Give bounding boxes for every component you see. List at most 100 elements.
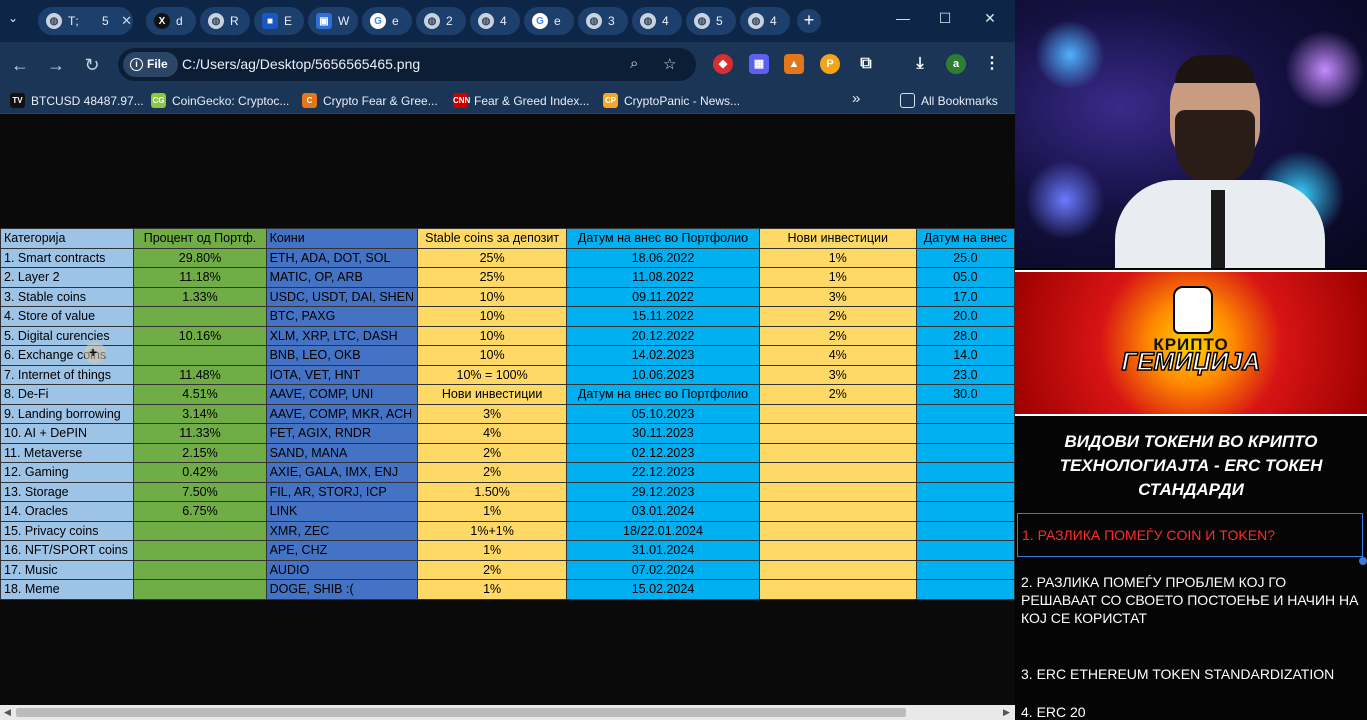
forward-button[interactable]: → [44, 53, 68, 77]
bookmark-item[interactable]: CP CryptoPanic - News... [603, 93, 740, 108]
sheet-cell: ETH, ADA, DOT, SOL [265, 247, 419, 268]
browser-tab[interactable]: ◍ 2 [416, 7, 466, 35]
browser-tab[interactable]: ◍ R [200, 7, 250, 35]
metamask-fox-icon[interactable]: ▲ [784, 54, 804, 74]
sheet-cell: 3% [417, 403, 568, 424]
all-bookmarks-button[interactable]: All Bookmarks [900, 93, 998, 108]
sheet-row: 1. Smart contracts 29.80% ETH, ADA, DOT, S… [0, 247, 1015, 268]
bookmark-item[interactable]: CG CoinGecko: Cryptoc... [151, 93, 289, 108]
maximize-button[interactable]: ☐ [935, 10, 955, 27]
extension-coin-icon[interactable]: P [820, 54, 840, 74]
tab-title: R [230, 14, 239, 28]
presenter-webcam [1015, 0, 1367, 268]
tab-title: W [338, 14, 350, 28]
sheet-cell [915, 442, 1015, 463]
back-button[interactable]: ← [8, 53, 32, 77]
sheet-cell: 1%+1% [417, 520, 568, 541]
sheet-cell [915, 403, 1015, 424]
extensions-puzzle-icon[interactable]: ⧉ [856, 54, 876, 74]
zoom-icon[interactable]: ⌕ [630, 55, 638, 72]
close-tab-icon[interactable]: ✕ [121, 13, 132, 29]
scroll-left-arrow-icon[interactable]: ◀ [4, 707, 11, 718]
browser-window: ⌄ ◍ Т; 5 ✕ Xd ◍ R ■ E ▣ W Ge ◍ 2 ◍ 4 Ge ◍ 3 ◍ 4 ◍ 5 ◍ 4 + — ☐ ✕ … [0, 0, 1015, 720]
sheet-header-cell: Процент од Портф. [133, 228, 267, 249]
browser-tab[interactable]: ◍ 4 [470, 7, 520, 35]
browser-tab[interactable]: ◍ 4 [632, 7, 682, 35]
browser-tab[interactable]: Xd [146, 7, 196, 35]
profile-avatar[interactable]: a [946, 54, 966, 74]
minimize-button[interactable]: — [893, 10, 913, 26]
tab-search-chevron-icon[interactable]: ⌄ [8, 11, 28, 31]
sheet-header-cell: Stable coins за депозит [417, 228, 568, 249]
topic-item: 2. РАЗЛИКА ПОМЕЃУ ПРОБЛЕМ КОЈ ГО РЕШАВАА… [1021, 574, 1359, 626]
sheet-cell: 05.0 [915, 267, 1015, 288]
sheet-row: 10. AI + DePIN 11.33% FET, AGIX, RNDR 4% 30.… [0, 423, 1015, 444]
browser-tab[interactable]: 5 ✕ [40, 7, 140, 35]
sheet-cell: 03.01.2024 [566, 501, 760, 522]
globe-favicon-icon: ◍ [640, 13, 656, 29]
sheet-cell [915, 423, 1015, 444]
url-text[interactable]: C:/Users/ag/Desktop/5656565465.png [182, 56, 420, 72]
reload-button[interactable]: ↻ [80, 53, 104, 77]
scrollbar-thumb[interactable] [16, 708, 906, 717]
browser-tab[interactable]: ◍ 4 [740, 7, 790, 35]
topic-item: 4. ERC 20 [1021, 704, 1086, 720]
sheet-cell: 10.16% [133, 325, 267, 346]
sheet-row: 3. Stable coins 1.33% USDC, USDT, DAI, SHE… [0, 286, 1015, 307]
sheet-cell: 1.50% [417, 481, 568, 502]
sheet-cell: 1% [758, 247, 917, 268]
sheet-row: 2. Layer 2 11.18% MATIC, OP, ARB 25% 11.08.2… [0, 267, 1015, 288]
bookmark-favicon-icon: CP [603, 93, 618, 108]
sheet-cell: 3% [758, 364, 917, 385]
extension-grid-icon[interactable]: ▦ [749, 54, 769, 74]
horizontal-scrollbar[interactable]: ◀ ▶ [0, 705, 1015, 720]
browser-tab[interactable]: Ge [524, 7, 574, 35]
sheet-cell: 0.42% [133, 462, 267, 483]
bookmark-item[interactable]: C Crypto Fear & Gree... [302, 93, 438, 108]
sheet-cell: 6. Exchange coins [0, 345, 135, 366]
browser-tab[interactable]: ■ E [254, 7, 304, 35]
site-info-chip[interactable]: i File [123, 52, 178, 77]
scroll-right-arrow-icon[interactable]: ▶ [1003, 707, 1010, 718]
sheet-cell: 07.02.2024 [566, 559, 760, 580]
sheet-cell: 2% [417, 462, 568, 483]
sheet-cell [133, 345, 267, 366]
browser-tab[interactable]: ◍ 5 [686, 7, 736, 35]
browser-tab[interactable]: ▣ W [308, 7, 358, 35]
sheet-cell: 2% [758, 384, 917, 405]
sheet-cell: 4. Store of value [0, 306, 135, 327]
sheet-cell: FET, AGIX, RNDR [265, 423, 419, 444]
sheet-cell: 31.01.2024 [566, 540, 760, 561]
tab-title: e [554, 14, 561, 28]
sheet-cell: 10. AI + DePIN [0, 423, 135, 444]
sheet-cell: 25.0 [915, 247, 1015, 268]
sheet-cell: AUDIO [265, 559, 419, 580]
sheet-cell [758, 462, 917, 483]
google-favicon-icon: G [370, 13, 386, 29]
sheet-cell: 1. Smart contracts [0, 247, 135, 268]
sheet-cell: 4% [417, 423, 568, 444]
sheet-cell: 1.33% [133, 286, 267, 307]
bookmark-item[interactable]: CNN Fear & Greed Index... [453, 93, 589, 108]
sheet-cell: 11.08.2022 [566, 267, 760, 288]
sheet-cell: 11.33% [133, 423, 267, 444]
sheet-cell: 2. Layer 2 [0, 267, 135, 288]
browser-tab[interactable]: Ge [362, 7, 412, 35]
browser-tab[interactable]: ◍ 3 [578, 7, 628, 35]
sheet-row: 18. Meme DOGE, SHIB :(1% 15.02.2024 [0, 579, 1015, 600]
bookmarks-overflow-button[interactable]: » [852, 90, 860, 107]
sheet-cell [133, 306, 267, 327]
close-window-button[interactable]: ✕ [980, 10, 1000, 27]
sheet-cell: 11.48% [133, 364, 267, 385]
sheet-cell: XLM, XRP, LTC, DASH [265, 325, 419, 346]
sheet-cell: 05.10.2023 [566, 403, 760, 424]
bookmark-item[interactable]: TV BTCUSD 48487.97... [10, 93, 144, 108]
menu-dots-icon[interactable]: ⋮ [982, 54, 1002, 74]
extension-shield-icon[interactable]: ◆ [713, 54, 733, 74]
address-bar[interactable]: i File C:/Users/ag/Desktop/5656565465.pn… [118, 48, 696, 81]
download-icon[interactable]: ⤓ [910, 54, 930, 74]
new-tab-button[interactable]: + [797, 9, 821, 33]
sheet-cell: 18.06.2022 [566, 247, 760, 268]
bookmark-star-icon[interactable]: ☆ [663, 55, 676, 73]
bookmark-label: Fear & Greed Index... [474, 93, 590, 108]
